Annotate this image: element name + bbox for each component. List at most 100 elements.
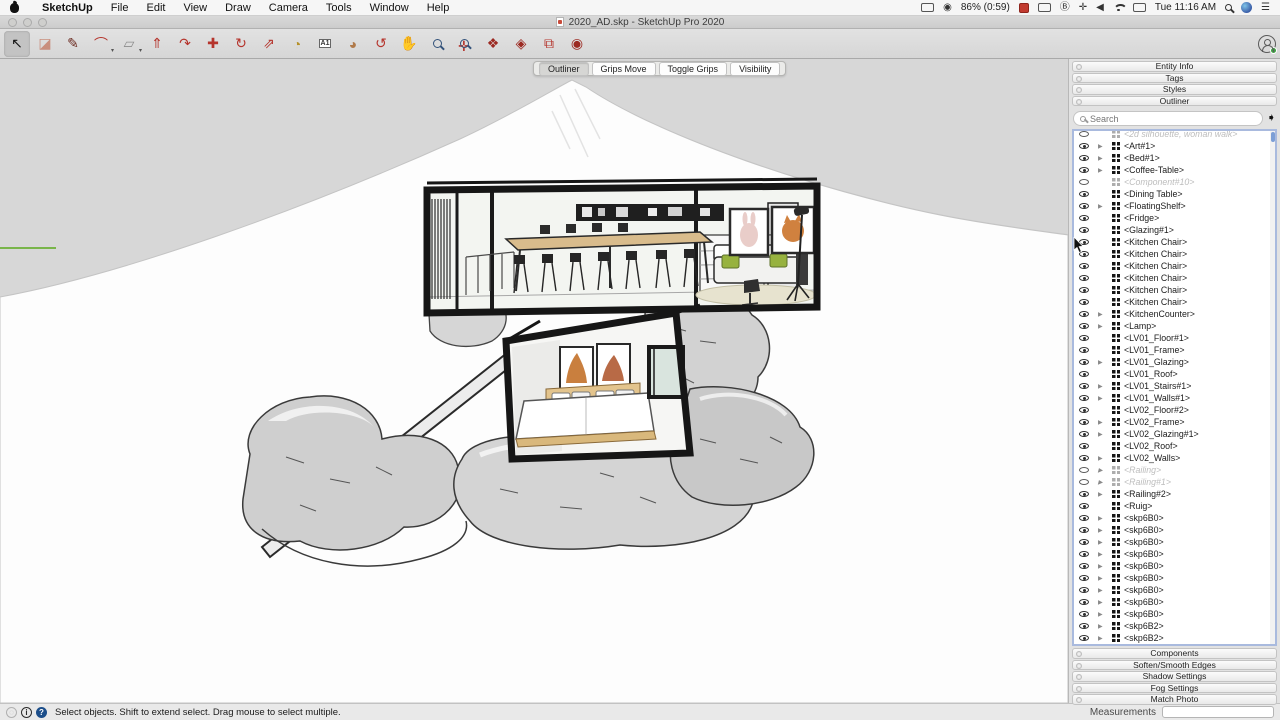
tray-header-entity-info[interactable]: Entity Info — [1072, 61, 1277, 72]
menu-bar-clock[interactable]: Tue 11:16 AM — [1155, 2, 1216, 13]
battery-status[interactable]: 86% (0:59) — [961, 2, 1010, 13]
select-tool[interactable]: ↖ — [4, 31, 30, 57]
close-button[interactable] — [8, 18, 17, 27]
visibility-toggle[interactable] — [1074, 395, 1098, 401]
tray-header-soften-smooth-edges[interactable]: Soften/Smooth Edges — [1072, 660, 1277, 671]
expand-arrow[interactable]: ▶ — [1098, 527, 1112, 534]
screen-mirroring-icon[interactable] — [921, 3, 934, 12]
scrollbar-thumb[interactable] — [1271, 132, 1275, 142]
menu-help[interactable]: Help — [418, 2, 459, 14]
expand-arrow[interactable]: ▶ — [1098, 311, 1112, 318]
visibility-toggle[interactable] — [1074, 311, 1098, 317]
outliner-row[interactable]: <LV01_Frame> — [1074, 344, 1275, 356]
siri-icon[interactable] — [1241, 2, 1252, 13]
outliner-row[interactable]: ▶<skp6B0> — [1074, 560, 1275, 572]
expand-arrow[interactable]: ▶ — [1098, 167, 1112, 174]
move-crosshair-icon[interactable]: ✛ — [1079, 3, 1087, 13]
volume-icon[interactable]: ◀ — [1096, 3, 1104, 13]
screen-record-stop-icon[interactable] — [1019, 3, 1029, 13]
visibility-toggle[interactable] — [1074, 383, 1098, 389]
visibility-toggle[interactable] — [1074, 515, 1098, 521]
visibility-toggle[interactable] — [1074, 143, 1098, 149]
outliner-row[interactable]: <Kitchen Chair> — [1074, 296, 1275, 308]
outliner-row[interactable]: ▶<Art#1> — [1074, 140, 1275, 152]
outliner-row[interactable]: ▶<Railing#2> — [1074, 488, 1275, 500]
visibility-toggle[interactable] — [1074, 407, 1098, 413]
outliner-row[interactable]: ▶<LV01_Glazing> — [1074, 356, 1275, 368]
visibility-toggle[interactable] — [1074, 263, 1098, 269]
visibility-toggle[interactable] — [1074, 239, 1098, 245]
visibility-toggle[interactable] — [1074, 215, 1098, 221]
visibility-toggle[interactable] — [1074, 323, 1098, 329]
outliner-search-box[interactable] — [1073, 111, 1263, 126]
expand-arrow[interactable]: ▶ — [1098, 551, 1112, 558]
expand-arrow[interactable]: ▶ — [1098, 563, 1112, 570]
outliner-row[interactable]: ▶<skp6B0> — [1074, 548, 1275, 560]
tray-header-styles[interactable]: Styles — [1072, 84, 1277, 95]
outliner-row[interactable]: ▶<skp6B2> — [1074, 620, 1275, 632]
tray-header-match-photo[interactable]: Match Photo — [1072, 694, 1277, 705]
spotlight-search-icon[interactable] — [1225, 4, 1232, 11]
outliner-row[interactable]: <Fridge> — [1074, 212, 1275, 224]
visibility-toggle[interactable] — [1074, 587, 1098, 593]
expand-arrow[interactable]: ▶ — [1098, 395, 1112, 402]
expand-arrow[interactable]: ▶ — [1098, 515, 1112, 522]
ext-button-visibility[interactable]: Visibility — [730, 62, 780, 76]
tray-header-fog-settings[interactable]: Fog Settings — [1072, 683, 1277, 694]
expand-arrow[interactable]: ▶ — [1098, 587, 1112, 594]
expand-arrow[interactable]: ▶ — [1098, 539, 1112, 546]
outliner-row[interactable]: ▶<LV01_Stairs#1> — [1074, 380, 1275, 392]
plugin-component-tool[interactable]: ◉ — [564, 31, 590, 57]
zoom-extents-tool[interactable]: ✛ — [452, 31, 478, 57]
orbit-tool[interactable]: ↺ — [368, 31, 394, 57]
visibility-toggle[interactable] — [1074, 575, 1098, 581]
outliner-row[interactable]: ▶<KitchenCounter> — [1074, 308, 1275, 320]
media-app-icon[interactable]: ◉ — [943, 3, 952, 13]
menu-edit[interactable]: Edit — [137, 2, 174, 14]
expand-arrow[interactable]: ▶ — [1098, 575, 1112, 582]
visibility-toggle[interactable] — [1074, 227, 1098, 233]
measurements-input[interactable] — [1162, 706, 1274, 718]
visibility-toggle[interactable] — [1074, 611, 1098, 617]
visibility-toggle[interactable] — [1074, 491, 1098, 497]
outliner-row[interactable]: ▶<skp6B0> — [1074, 572, 1275, 584]
outliner-row[interactable]: <2d silhouette, woman walk> — [1074, 129, 1275, 140]
visibility-toggle[interactable] — [1074, 335, 1098, 341]
outliner-row[interactable]: ▶<FloatingShelf> — [1074, 200, 1275, 212]
outliner-row[interactable]: ▶<LV01_Walls#1> — [1074, 392, 1275, 404]
outliner-row[interactable]: ▶<skp6B0> — [1074, 524, 1275, 536]
visibility-toggle[interactable] — [1074, 191, 1098, 197]
tray-header-shadow-settings[interactable]: Shadow Settings — [1072, 671, 1277, 682]
visibility-toggle[interactable] — [1074, 527, 1098, 533]
visibility-toggle[interactable] — [1074, 431, 1098, 437]
ext-button-toggle-grips[interactable]: Toggle Grips — [659, 62, 728, 76]
rotate-tool[interactable]: ↻ — [228, 31, 254, 57]
outliner-row[interactable]: ▶<LV02_Frame> — [1074, 416, 1275, 428]
outliner-row[interactable]: <Ruig> — [1074, 500, 1275, 512]
outliner-row[interactable]: <Kitchen Chair> — [1074, 272, 1275, 284]
visibility-toggle[interactable] — [1074, 251, 1098, 257]
expand-arrow[interactable]: ▶ — [1098, 467, 1112, 474]
outliner-row[interactable]: <Component#10> — [1074, 176, 1275, 188]
account-signin-icon[interactable] — [1258, 35, 1276, 53]
expand-arrow[interactable]: ▶ — [1098, 155, 1112, 162]
expand-arrow[interactable]: ▶ — [1098, 383, 1112, 390]
expand-arrow[interactable]: ▶ — [1098, 143, 1112, 150]
visibility-toggle[interactable] — [1074, 179, 1098, 185]
visibility-toggle[interactable] — [1074, 455, 1098, 461]
move-tool[interactable]: ✚ — [200, 31, 226, 57]
visibility-toggle[interactable] — [1074, 287, 1098, 293]
outliner-row[interactable]: ▶<Coffee-Table> — [1074, 164, 1275, 176]
paint-bucket-tool[interactable]: ◕ — [340, 31, 366, 57]
tape-measure-tool[interactable]: ◔ — [284, 31, 310, 57]
airplay-display-icon[interactable] — [1038, 3, 1051, 12]
visibility-toggle[interactable] — [1074, 563, 1098, 569]
outliner-row[interactable]: ▶<Railing> — [1074, 464, 1275, 476]
visibility-toggle[interactable] — [1074, 599, 1098, 605]
outliner-row[interactable]: ▶<skp6B0> — [1074, 608, 1275, 620]
text-tool[interactable]: A1 — [312, 31, 338, 57]
outliner-row[interactable]: ▶<LV02_Glazing#1> — [1074, 428, 1275, 440]
visibility-toggle[interactable] — [1074, 155, 1098, 161]
outliner-row[interactable]: ▶<skp6B2> — [1074, 632, 1275, 644]
outliner-row[interactable]: ▶<Railing#1> — [1074, 476, 1275, 488]
